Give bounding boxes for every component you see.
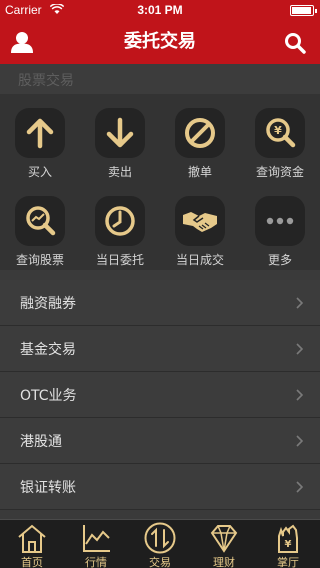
tab-market[interactable]: 行情	[64, 520, 128, 568]
tab-label: 掌厅	[277, 556, 299, 568]
grid-item-label: 撤单	[187, 165, 212, 179]
grid-tile: ¥	[255, 108, 305, 158]
chart-icon	[83, 525, 110, 552]
grid-item-label: 买入	[27, 165, 52, 179]
grid-item-cancel[interactable]: 撤单	[160, 94, 240, 182]
tab-wealth[interactable]: 理财	[192, 520, 256, 568]
hall-icon: ¥	[278, 524, 298, 553]
list-item-margin-trading[interactable]: 融资融券	[0, 280, 320, 326]
home-icon	[18, 524, 46, 553]
tab-label: 理财	[213, 556, 235, 568]
grid-tile	[15, 108, 65, 158]
list-item-bank-transfer[interactable]: 银证转账	[0, 464, 320, 510]
handshake-icon	[183, 212, 217, 232]
grid-item-stock-query[interactable]: 查询股票	[0, 182, 80, 270]
chevron-right-icon	[296, 481, 304, 493]
diamond-icon	[210, 525, 238, 553]
chevron-right-icon	[296, 389, 304, 401]
grid-tile	[95, 196, 145, 246]
list-item-label: 融资融券	[20, 296, 76, 312]
status-bar: Carrier 3:01 PM	[0, 0, 320, 20]
list-item-fund-trading[interactable]: 基金交易	[0, 326, 320, 372]
chevron-right-icon	[296, 297, 304, 309]
list-item-label: OTC业务	[20, 388, 77, 404]
stock-search-icon	[26, 206, 56, 236]
page-title: 委托交易	[124, 31, 196, 52]
grid-item-label: 查询股票	[15, 253, 64, 267]
list-item-label: 基金交易	[20, 342, 76, 358]
menu-list: 融资融券 基金交易 OTC业务 港股通 银证转账	[0, 280, 320, 510]
grid-item-more[interactable]: 更多	[240, 182, 320, 270]
battery-icon	[290, 5, 317, 16]
list-item-label: 银证转账	[20, 480, 76, 496]
grid-item-sell[interactable]: 卖出	[80, 94, 160, 182]
grid-item-buy[interactable]: 买入	[0, 94, 80, 182]
tab-bar: 首页 行情 交易 理财 ¥ 掌厅	[0, 519, 320, 568]
grid-tile	[175, 108, 225, 158]
svg-text:¥: ¥	[274, 124, 282, 137]
chevron-right-icon	[296, 343, 304, 355]
grid-item-today-orders[interactable]: 当日委托	[80, 182, 160, 270]
clock-icon	[105, 206, 135, 236]
tab-hall[interactable]: ¥ 掌厅	[256, 520, 320, 568]
section-title: 股票交易	[18, 73, 74, 89]
function-grid: 买入 卖出 撤单 ¥ 查询资金 查询股票 当日委托 当日成交 更多	[0, 94, 320, 270]
tab-home[interactable]: 首页	[0, 520, 64, 568]
chevron-right-icon	[296, 435, 304, 447]
grid-tile	[255, 196, 305, 246]
list-item-otc[interactable]: OTC业务	[0, 372, 320, 418]
svg-text:¥: ¥	[285, 539, 292, 550]
trade-icon	[144, 522, 176, 554]
grid-item-today-deals[interactable]: 当日成交	[160, 182, 240, 270]
arrow-down-icon	[106, 117, 134, 148]
grid-tile	[95, 108, 145, 158]
arrow-up-icon	[26, 118, 54, 149]
clock-label: 3:01 PM	[137, 3, 183, 17]
section-header: 股票交易	[0, 64, 320, 94]
grid-item-label: 查询资金	[255, 165, 304, 179]
top-bar: Carrier 3:01 PM 委托交易	[0, 0, 320, 64]
tab-label: 首页	[21, 556, 43, 568]
grid-item-label: 卖出	[107, 165, 132, 179]
grid-tile	[15, 196, 65, 246]
app-root: Carrier 3:01 PM 委托交易 股票交易 买入 卖出 撤单 ¥ 查询资…	[0, 0, 320, 568]
tab-label: 交易	[149, 556, 171, 568]
search-icon[interactable]	[284, 32, 306, 54]
list-item-hk-connect[interactable]: 港股通	[0, 418, 320, 464]
grid-item-label: 当日委托	[95, 253, 144, 267]
funds-search-icon: ¥	[266, 118, 296, 148]
grid-item-label: 当日成交	[175, 253, 224, 267]
more-icon	[266, 217, 294, 225]
grid-item-funds[interactable]: ¥ 查询资金	[240, 94, 320, 182]
grid-tile	[175, 196, 225, 246]
grid-item-label: 更多	[267, 253, 292, 267]
list-item-label: 港股通	[20, 434, 62, 450]
cancel-icon	[185, 118, 215, 148]
tab-label: 行情	[85, 556, 107, 568]
tab-trade[interactable]: 交易	[128, 520, 192, 568]
